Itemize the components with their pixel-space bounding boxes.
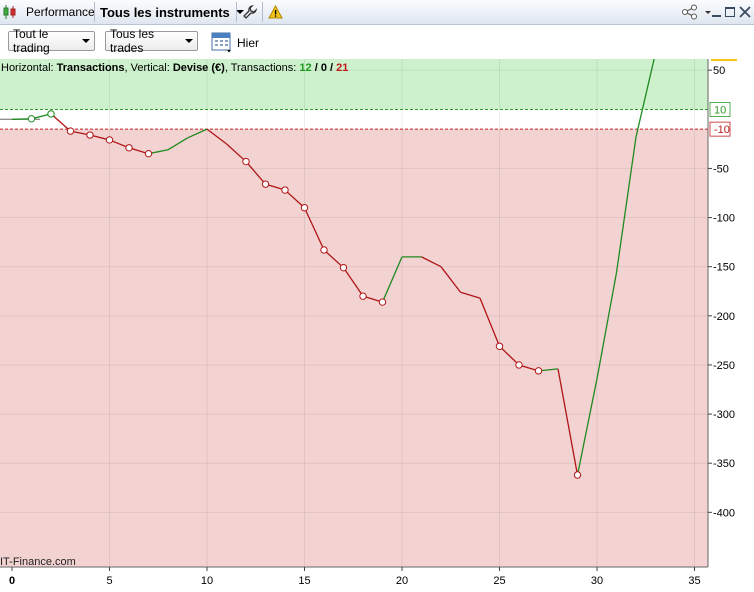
- calendar-icon[interactable]: [211, 31, 233, 56]
- data-point-marker: [515, 361, 523, 369]
- filter-toolbar: Tout le trading Tous les trades Hier: [0, 25, 754, 59]
- wrench-icon[interactable]: [243, 0, 257, 24]
- loss-zone: [0, 129, 708, 567]
- equity-curve-chart: 10 0 50 -50 -100 -150 -200 -250 -300 -350 -400 10 -1…: [0, 59, 754, 592]
- trading-filter-dropdown[interactable]: Tout le trading: [8, 27, 95, 55]
- count-separator: /: [311, 62, 321, 74]
- transactions-label: Transactions:: [230, 62, 297, 74]
- y-tick-label: -50: [713, 163, 729, 175]
- data-point-marker: [47, 110, 55, 118]
- data-point-marker: [300, 204, 309, 212]
- vertical-value: Devise (€): [172, 62, 225, 74]
- data-point-marker: [495, 342, 504, 350]
- candlestick-app-icon: [2, 0, 18, 24]
- data-point-marker: [320, 246, 328, 254]
- x-tick-label: 5: [106, 575, 112, 587]
- count-separator: /: [326, 62, 337, 74]
- data-point-marker: [339, 263, 348, 272]
- y-tick-label: -350: [713, 458, 735, 470]
- x-tick-label: 10: [201, 575, 213, 587]
- maximize-icon[interactable]: [725, 0, 735, 24]
- data-point-marker: [573, 471, 582, 479]
- chevron-down-icon[interactable]: [705, 0, 711, 24]
- performance-chart: 10 0 50 -50 -100 -150 -200 -250 -300 -350 -400 10 -1…: [0, 59, 754, 592]
- y-tick-label: -300: [713, 409, 735, 421]
- x-tick-label: 35: [688, 575, 700, 587]
- chevron-down-icon: [82, 39, 90, 43]
- x-tick-label: 30: [591, 575, 603, 587]
- horizontal-label: Horizontal:: [1, 62, 54, 74]
- y-tick-label: -400: [713, 507, 735, 519]
- vertical-label: Vertical:: [130, 62, 170, 74]
- threshold-label-upper: 10: [714, 104, 726, 116]
- horizontal-value: Transactions: [56, 62, 125, 74]
- share-icon[interactable]: [681, 0, 699, 24]
- x-tick-label: 25: [493, 575, 505, 587]
- data-point-marker: [359, 292, 367, 300]
- y-tick-label: 50: [713, 65, 725, 77]
- y-tick-label: -150: [713, 262, 735, 274]
- data-point-marker: [66, 127, 75, 135]
- data-point-marker: [261, 180, 270, 188]
- trading-filter-label: Tout le trading: [13, 27, 50, 55]
- x-tick-label: 15: [298, 575, 310, 587]
- x-tick-label: 0: [9, 575, 15, 587]
- instrument-selector-label: Tous les instruments: [100, 4, 230, 20]
- window-title-bar: Performance Tous les instruments: [0, 0, 754, 25]
- last-value-label: 67,4: [714, 59, 735, 60]
- data-point-marker: [144, 149, 153, 158]
- neutral-zone: [0, 109, 708, 130]
- data-point-marker: [125, 144, 133, 152]
- threshold-label-lower: -10: [714, 124, 730, 136]
- y-tick-label: -200: [713, 311, 735, 323]
- trades-filter-label: Tous les trades: [110, 27, 155, 55]
- warning-icon[interactable]: [268, 0, 283, 24]
- trades-filter-dropdown[interactable]: Tous les trades: [105, 27, 198, 55]
- data-point-marker: [105, 136, 114, 144]
- data-point-marker: [534, 367, 543, 375]
- chevron-down-icon: [185, 39, 193, 43]
- data-point-marker: [242, 157, 250, 166]
- data-point-marker: [86, 131, 94, 139]
- window-title: Performance: [26, 5, 95, 19]
- minimize-icon[interactable]: [712, 0, 721, 24]
- chart-info-line: Horizontal: Transactions, Vertical: Devi…: [1, 62, 349, 74]
- wins-count: 12: [299, 62, 312, 74]
- data-point-marker: [27, 115, 36, 123]
- data-point-marker: [378, 298, 387, 306]
- period-label: Hier: [237, 36, 260, 50]
- x-tick-label: 20: [396, 575, 408, 587]
- y-tick-label: -100: [713, 213, 735, 225]
- close-icon[interactable]: [739, 0, 751, 24]
- instrument-selector[interactable]: Tous les instruments: [100, 0, 244, 24]
- x-axis-panel: [0, 567, 754, 592]
- losses-count: 21: [336, 62, 349, 74]
- y-tick-label: -250: [713, 360, 735, 372]
- watermark: IT-Finance.com: [0, 556, 76, 568]
- data-point-marker: [281, 186, 289, 194]
